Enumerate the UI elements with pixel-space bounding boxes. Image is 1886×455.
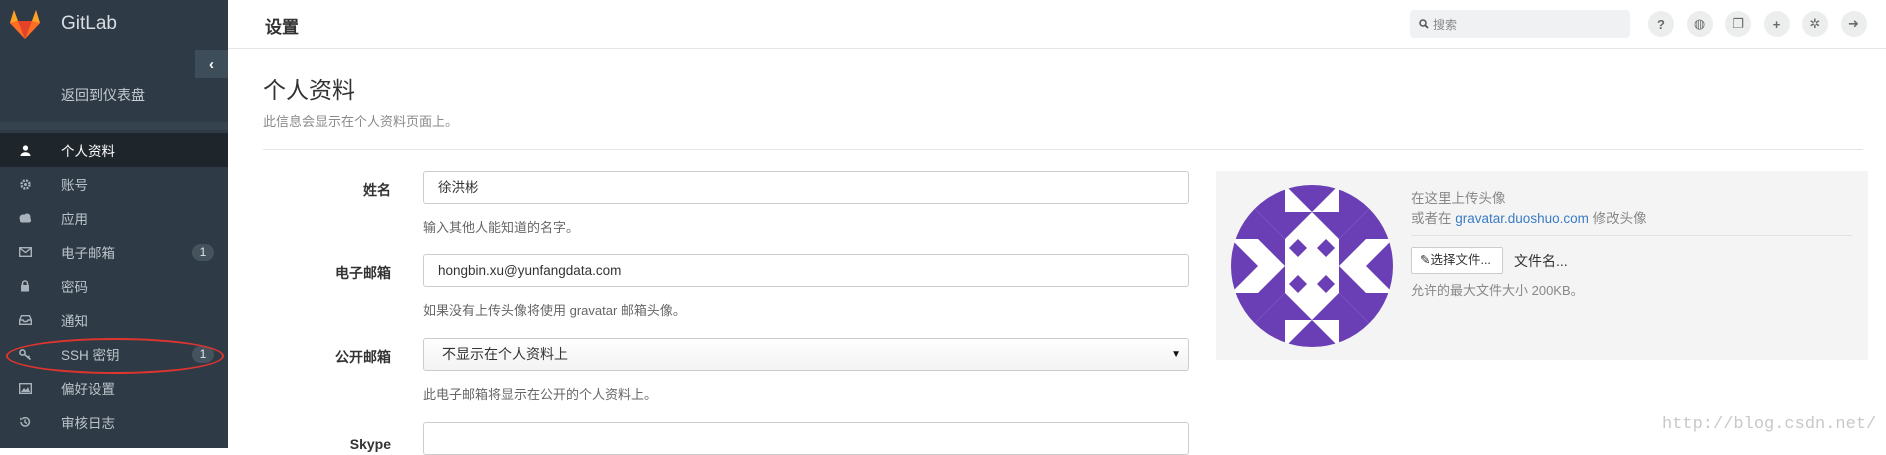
sidebar-item-preferences[interactable]: 偏好设置 xyxy=(0,371,228,405)
search-icon xyxy=(1419,19,1429,29)
history-icon xyxy=(18,415,32,429)
sidebar-item-label: 审核日志 xyxy=(61,416,115,431)
gear-icon[interactable]: ✲ xyxy=(1802,11,1828,37)
gravatar-suffix: 修改头像 xyxy=(1592,211,1647,226)
gitlab-fox-icon xyxy=(10,9,40,39)
file-size-help: 允许的最大文件大小 200KB。 xyxy=(1411,283,1584,298)
sidebar-item-label: 个人资料 xyxy=(61,144,115,159)
sidebar: GitLab ‹ 返回到仪表盘 个人资料 账号 应用 电子邮箱 1 密码 通知 … xyxy=(0,0,228,448)
avatar[interactable] xyxy=(1231,185,1393,347)
email-help: 如果没有上传头像将使用 gravatar 邮箱头像。 xyxy=(423,303,686,318)
file-name-label: 文件名... xyxy=(1514,253,1568,269)
public-email-label: 公开邮箱 xyxy=(335,349,391,365)
sidebar-item-label: 密码 xyxy=(61,280,88,295)
cloud-icon xyxy=(18,211,32,225)
search-input[interactable]: 搜索 xyxy=(1410,10,1630,38)
sidebar-item-notifications[interactable]: 通知 xyxy=(0,303,228,337)
search-placeholder: 搜索 xyxy=(1433,17,1458,32)
sidebar-item-emails[interactable]: 电子邮箱 1 xyxy=(0,235,228,269)
page-description: 此信息会显示在个人资料页面上。 xyxy=(263,114,459,129)
sidebar-item-label: 通知 xyxy=(61,314,88,329)
sidebar-item-applications[interactable]: 应用 xyxy=(0,201,228,235)
section-divider xyxy=(263,149,1863,150)
page-title: 个人资料 xyxy=(263,77,355,103)
envelope-icon xyxy=(18,245,32,259)
gear-icon xyxy=(18,177,32,191)
copy-icon[interactable]: ❐ xyxy=(1725,11,1751,37)
sidebar-item-label: 偏好设置 xyxy=(61,382,115,397)
lock-icon xyxy=(18,279,32,293)
inbox-icon xyxy=(18,313,32,327)
avatar-divider xyxy=(1411,235,1852,236)
sidebar-nav: 个人资料 账号 应用 电子邮箱 1 密码 通知 SSH 密钥 1 偏好设置 审核… xyxy=(0,133,228,439)
sidebar-item-audit-log[interactable]: 审核日志 xyxy=(0,405,228,439)
gravatar-prefix: 或者在 xyxy=(1411,211,1452,226)
chevron-left-icon[interactable]: ‹ xyxy=(195,50,228,78)
top-header: 设置 搜索 ? ◍ ❐ + ✲ ➜ xyxy=(228,0,1886,49)
skype-label: Skype xyxy=(349,436,391,452)
ssh-keys-highlight-annotation xyxy=(6,338,224,374)
sidebar-item-profile[interactable]: 个人资料 xyxy=(0,133,228,167)
image-icon xyxy=(18,381,32,395)
public-email-help: 此电子邮箱将显示在公开的个人资料上。 xyxy=(423,387,658,402)
sidebar-item-label: 应用 xyxy=(61,212,88,227)
email-count-badge: 1 xyxy=(192,244,214,261)
name-label: 姓名 xyxy=(363,182,391,198)
sidebar-item-label: 账号 xyxy=(61,178,88,193)
email-label: 电子邮箱 xyxy=(335,265,391,281)
email-field[interactable]: hongbin.xu@yunfangdata.com xyxy=(423,254,1189,287)
header-title: 设置 xyxy=(265,18,299,37)
help-icon[interactable]: ? xyxy=(1648,11,1674,37)
back-to-dashboard-link[interactable]: 返回到仪表盘 xyxy=(61,85,145,105)
skype-field[interactable] xyxy=(423,422,1189,455)
sidebar-item-account[interactable]: 账号 xyxy=(0,167,228,201)
brand-name: GitLab xyxy=(61,12,117,34)
sidebar-divider xyxy=(0,122,228,130)
avatar-panel: 在这里上传头像 或者在 gravatar.duoshuo.com 修改头像 ✎选… xyxy=(1216,171,1868,360)
brand[interactable]: GitLab xyxy=(0,0,228,47)
gravatar-link[interactable]: gravatar.duoshuo.com xyxy=(1455,211,1589,226)
avatar-upload-text: 在这里上传头像 xyxy=(1411,191,1506,206)
name-help: 输入其他人能知道的名字。 xyxy=(423,220,580,235)
caret-down-icon: ▼ xyxy=(1171,349,1181,360)
name-field[interactable]: 徐洪彬 xyxy=(423,171,1189,204)
header-actions: ? ◍ ❐ + ✲ ➜ xyxy=(1648,11,1879,37)
public-email-selected: 不显示在个人资料上 xyxy=(442,346,568,362)
user-icon xyxy=(18,143,32,157)
sign-out-icon[interactable]: ➜ xyxy=(1840,11,1867,37)
globe-icon[interactable]: ◍ xyxy=(1686,11,1713,37)
plus-icon[interactable]: + xyxy=(1763,11,1790,37)
public-email-select[interactable]: 不显示在个人资料上 ▼ xyxy=(423,338,1189,371)
sidebar-item-password[interactable]: 密码 xyxy=(0,269,228,303)
choose-file-button[interactable]: ✎选择文件... xyxy=(1411,247,1503,274)
watermark: http://blog.csdn.net/ xyxy=(1662,415,1877,434)
sidebar-item-label: 电子邮箱 xyxy=(61,246,115,261)
avatar-gravatar-text: 或者在 gravatar.duoshuo.com 修改头像 xyxy=(1411,207,1647,227)
